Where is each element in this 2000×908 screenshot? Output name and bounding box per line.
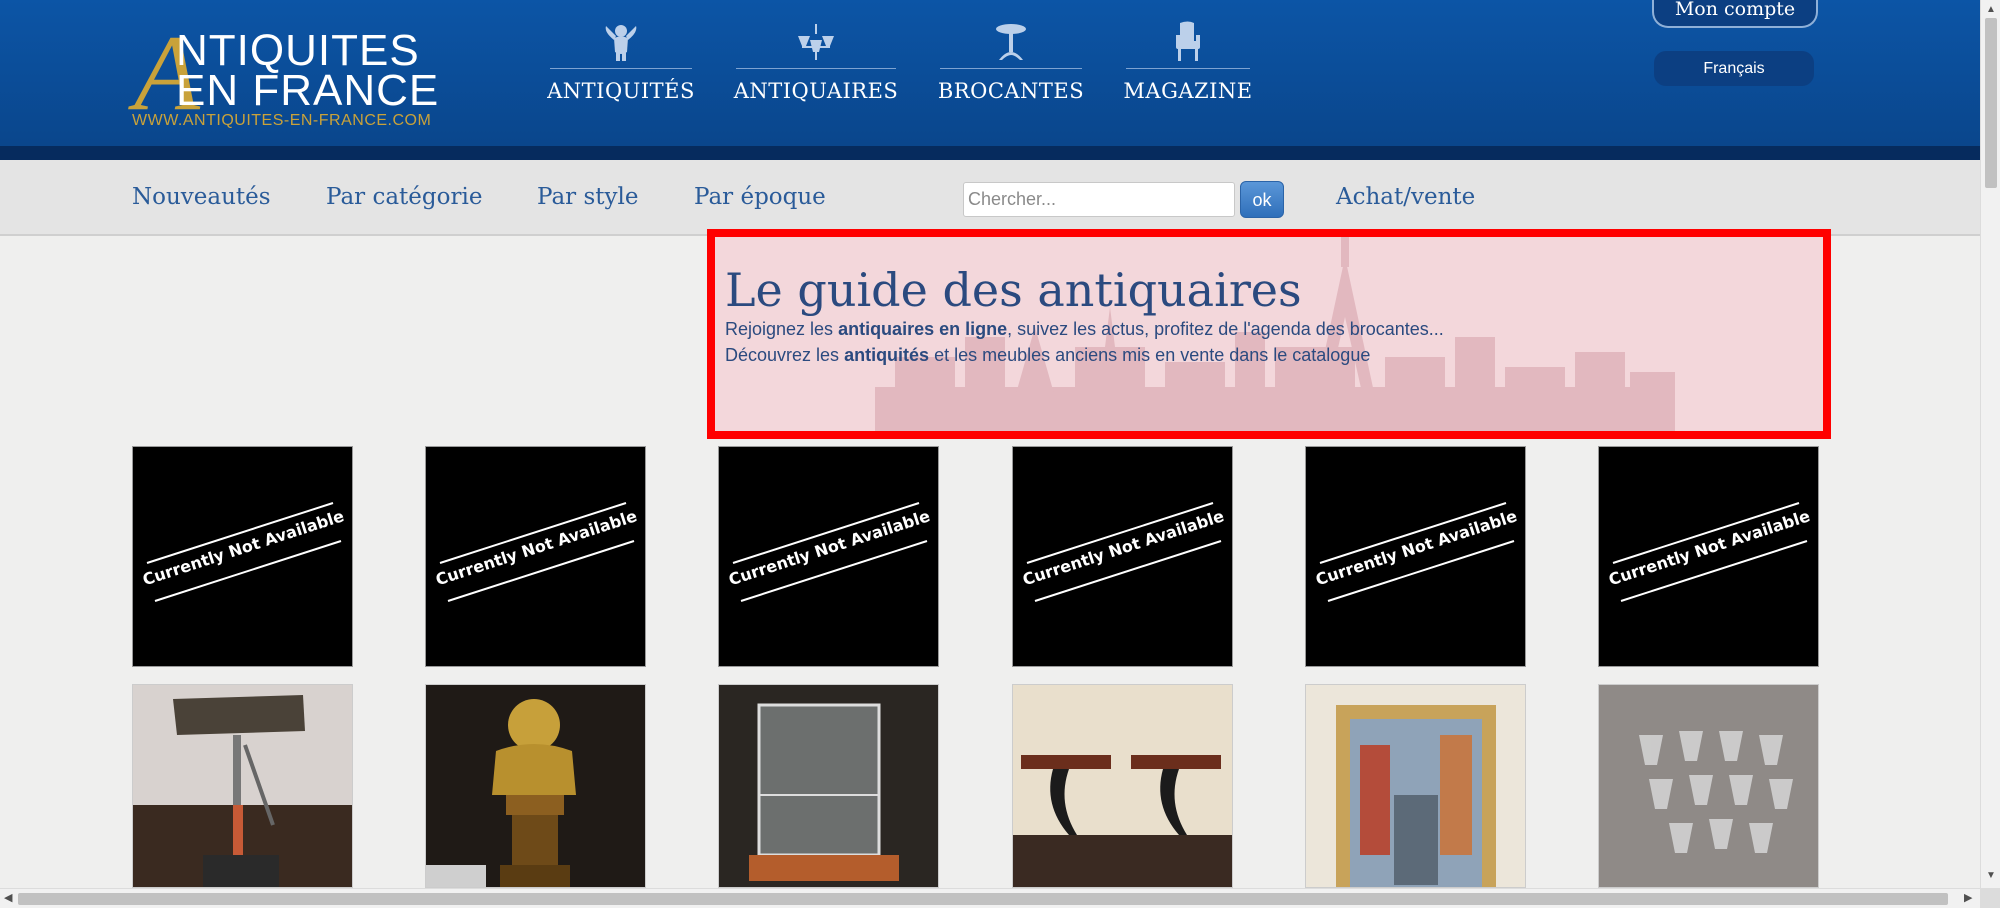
unavailable-label: Currently Not Available — [433, 506, 639, 589]
nav-rule — [1126, 68, 1250, 69]
product-thumbnail-unavailable[interactable]: Currently Not Available — [1012, 446, 1233, 667]
banner-text: Rejoignez les — [725, 319, 839, 339]
vertical-scrollbar[interactable]: ▲ ▼ — [1980, 0, 2000, 888]
main-nav: ANTIQUITÉS ANTIQUAIRES BROCANTES MAGAZIN… — [547, 20, 1253, 110]
banner-title: Le guide des antiquaires — [725, 263, 1302, 317]
antiquites-link[interactable]: antiquités — [844, 345, 929, 365]
logo-line2: EN FRANCE — [176, 66, 440, 115]
scroll-left-arrow-icon[interactable]: ◀ — [4, 891, 12, 904]
search-input[interactable] — [963, 182, 1235, 217]
nav-link-achat-vente[interactable]: Achat/vente — [1336, 184, 1475, 210]
painting-photo[interactable] — [1305, 684, 1526, 888]
nav-label: BROCANTES — [937, 79, 1085, 103]
horizontal-scrollbar[interactable]: ◀ ▶ — [0, 888, 1980, 908]
nav-antiquaires[interactable]: ANTIQUAIRES — [733, 20, 899, 110]
site-logo[interactable]: A NTIQUITES EN FRANCE WWW.ANTIQUITES-EN-… — [130, 20, 440, 134]
logo-url: WWW.ANTIQUITES-EN-FRANCE.COM — [132, 112, 432, 129]
product-thumbnail-unavailable[interactable]: Currently Not Available — [718, 446, 939, 667]
antiquaires-en-ligne-link[interactable]: antiquaires en ligne — [838, 319, 1007, 339]
banner-text: Découvrez les — [725, 345, 845, 365]
cherub-icon — [599, 20, 643, 64]
nav-link-par-style[interactable]: Par style — [537, 184, 638, 210]
nav-rule — [736, 68, 896, 69]
unavailable-label: Currently Not Available — [1020, 506, 1226, 589]
search-ok-button[interactable]: ok — [1240, 181, 1284, 218]
product-thumbnail-unavailable[interactable]: Currently Not Available — [425, 446, 646, 667]
unavailable-label: Currently Not Available — [140, 506, 346, 589]
header-divider — [0, 146, 1980, 160]
unavailable-label: Currently Not Available — [1606, 506, 1812, 589]
product-thumbnail-unavailable[interactable]: Currently Not Available — [1598, 446, 1819, 667]
nav-brocantes[interactable]: BROCANTES — [937, 20, 1085, 110]
product-thumbnail-unavailable[interactable]: Currently Not Available — [1305, 446, 1526, 667]
scroll-right-arrow-icon[interactable]: ▶ — [1964, 891, 1972, 904]
guide-banner: Le guide des antiquaires Rejoignez les a… — [707, 229, 1831, 439]
pedestal-table-icon — [989, 20, 1033, 64]
chandelier-icon — [794, 20, 838, 64]
product-thumbnail-unavailable[interactable]: Currently Not Available — [132, 446, 353, 667]
glasses-photo[interactable] — [1598, 684, 1819, 888]
nav-link-par-epoque[interactable]: Par époque — [694, 184, 826, 210]
wall-consoles-photo[interactable] — [1012, 684, 1233, 888]
scroll-down-arrow-icon[interactable]: ▼ — [1986, 870, 1996, 881]
scroll-up-arrow-icon[interactable]: ▲ — [1986, 4, 1996, 15]
secondary-nav: Nouveautés Par catégorie Par style Par é… — [0, 160, 1980, 236]
nav-label: MAGAZINE — [1123, 79, 1253, 103]
nav-link-nouveautes[interactable]: Nouveautés — [132, 184, 271, 210]
language-selector[interactable]: Français — [1654, 51, 1814, 86]
lamp-photo[interactable] — [132, 684, 353, 888]
scrollbar-corner — [1980, 888, 2000, 908]
vertical-scrollbar-thumb[interactable] — [1985, 18, 1997, 188]
banner-line-1: Rejoignez les antiquaires en ligne, suiv… — [725, 319, 1444, 340]
nav-link-par-categorie[interactable]: Par catégorie — [326, 184, 482, 210]
unavailable-label: Currently Not Available — [726, 506, 932, 589]
nav-rule — [940, 68, 1082, 69]
banner-text: et les meubles anciens mis en vente dans… — [929, 345, 1371, 365]
nav-label: ANTIQUITÉS — [547, 79, 695, 103]
horizontal-scrollbar-thumb[interactable] — [18, 893, 1948, 905]
nav-antiquites[interactable]: ANTIQUITÉS — [547, 20, 695, 110]
nav-rule — [550, 68, 692, 69]
my-account-button[interactable]: Mon compte — [1652, 0, 1818, 28]
banner-line-2: Découvrez les antiquités et les meubles … — [725, 345, 1370, 366]
nav-label: ANTIQUAIRES — [733, 79, 899, 103]
display-case-photo[interactable] — [718, 684, 939, 888]
nav-magazine[interactable]: MAGAZINE — [1123, 20, 1253, 110]
bust-photo[interactable] — [425, 684, 646, 888]
unavailable-label: Currently Not Available — [1313, 506, 1519, 589]
armchair-icon — [1166, 20, 1210, 64]
banner-text: , suivez les actus, profitez de l'agenda… — [1007, 319, 1444, 339]
